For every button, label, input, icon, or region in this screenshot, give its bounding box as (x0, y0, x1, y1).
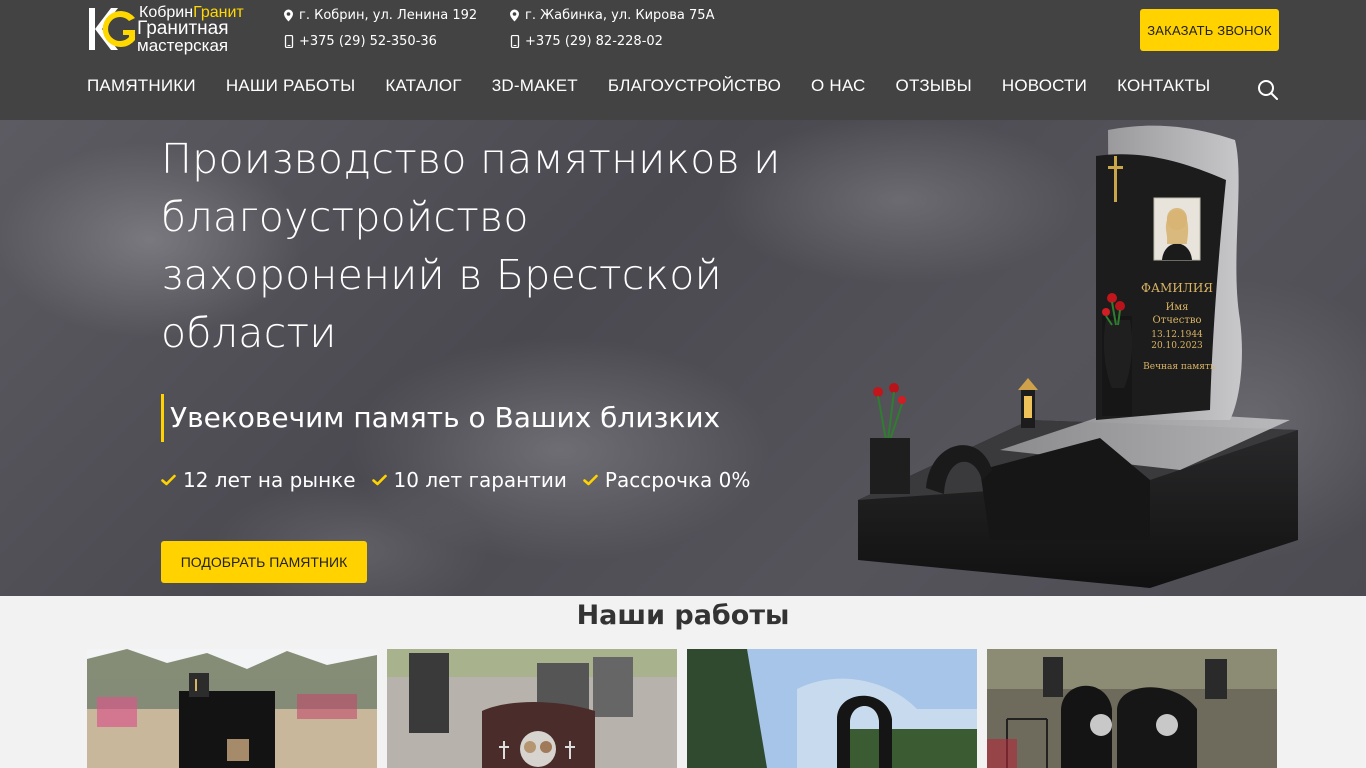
work-photo (687, 649, 977, 768)
search-icon[interactable] (1257, 79, 1279, 101)
check-icon (371, 474, 387, 486)
hero-banner: Производство памятников и благоустройств… (0, 120, 1366, 596)
feature-item: 12 лет на рынке (161, 468, 356, 492)
monument-patronymic: Отчество (1152, 315, 1201, 326)
logo-mark-icon (89, 8, 135, 50)
pick-monument-button[interactable]: ПОДОБРАТЬ ПАМЯТНИК (161, 541, 367, 583)
check-icon (161, 474, 176, 486)
monument-epitaph: Вечная память (1143, 362, 1215, 372)
feature-item: 10 лет гарантии (371, 468, 567, 492)
hero-title: Производство памятников и благоустройств… (161, 135, 781, 357)
work-photo (987, 649, 1277, 768)
monument-died: 20.10.2023 (1151, 341, 1203, 351)
nav-item-landscaping[interactable]: БЛАГОУСТРОЙСТВО (608, 76, 781, 100)
phone-zhabinka[interactable]: +375 (29) 82-228-02 (509, 34, 663, 49)
work-card[interactable] (87, 649, 377, 768)
location-pin-icon (284, 9, 293, 22)
nav-item-contacts[interactable]: КОНТАКТЫ (1117, 76, 1210, 100)
work-photo (387, 649, 677, 768)
works-gallery (87, 649, 1277, 768)
phone-kobrin[interactable]: +375 (29) 52-350-36 (283, 34, 437, 49)
nav-item-news[interactable]: НОВОСТИ (1002, 76, 1087, 100)
work-card[interactable] (387, 649, 677, 768)
work-photo (87, 649, 377, 768)
monument-name: Имя (1166, 302, 1189, 313)
work-card[interactable] (687, 649, 977, 768)
works-section-title: Наши работы (576, 600, 790, 631)
address-zhabinka: г. Жабинка, ул. Кирова 75А (509, 8, 714, 23)
site-header: КобринГранит Гранитная мастерская г. Коб… (0, 0, 1366, 120)
logo[interactable]: КобринГранит Гранитная мастерская (87, 4, 244, 55)
feature-item: Рассрочка 0% (583, 468, 750, 492)
callback-button[interactable]: ЗАКАЗАТЬ ЗВОНОК (1140, 9, 1279, 51)
nav-item-catalog[interactable]: КАТАЛОГ (385, 76, 461, 100)
logo-line-2: мастерская (137, 36, 229, 55)
work-card[interactable] (987, 649, 1277, 768)
mobile-phone-icon (510, 35, 520, 48)
address-kobrin: г. Кобрин, ул. Ленина 192 (283, 8, 477, 23)
nav-item-about[interactable]: О НАС (811, 76, 865, 100)
hero-subtitle: Увековечим память о Ваших близких (161, 394, 720, 442)
mobile-phone-icon (284, 35, 294, 48)
monument-surname: ФАМИЛИЯ (1141, 281, 1213, 295)
nav-item-3d-model[interactable]: 3D-МАКЕТ (492, 76, 578, 100)
features-list: 12 лет на рынке 10 лет гарантии Рассрочк… (161, 468, 750, 492)
main-nav: ПАМЯТНИКИ НАШИ РАБОТЫ КАТАЛОГ 3D-МАКЕТ Б… (87, 76, 1240, 100)
nav-item-reviews[interactable]: ОТЗЫВЫ (896, 76, 972, 100)
monument-illustration: ФАМИЛИЯ Имя Отчество 13.12.1944 20.10.20… (858, 125, 1298, 588)
monument-born: 13.12.1944 (1151, 330, 1203, 340)
location-pin-icon (510, 9, 519, 22)
nav-item-monuments[interactable]: ПАМЯТНИКИ (87, 76, 196, 100)
check-icon (583, 474, 598, 486)
nav-item-our-works[interactable]: НАШИ РАБОТЫ (226, 76, 356, 100)
